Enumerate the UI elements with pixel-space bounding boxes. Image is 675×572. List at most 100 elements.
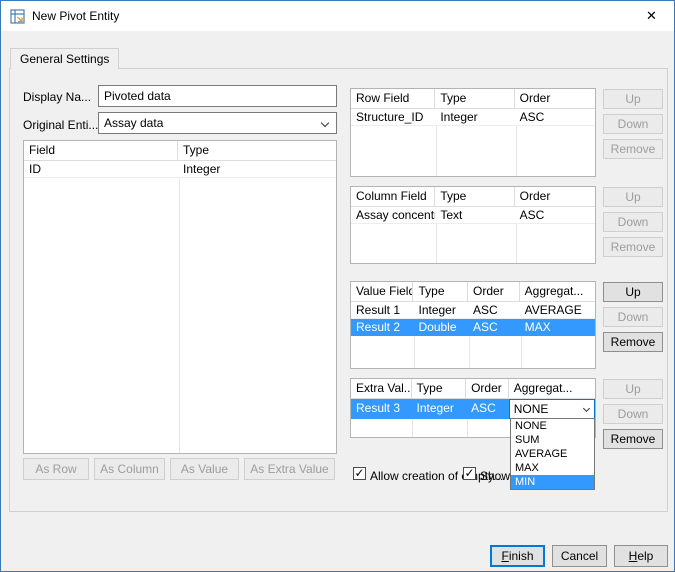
row-field-table: Row Field Type Order Structure_ID Intege… xyxy=(350,88,596,177)
cell-name: Assay concentr... xyxy=(351,207,435,223)
titlebar: New Pivot Entity ✕ xyxy=(1,1,674,31)
cell-name: Result 3 xyxy=(351,399,412,418)
cell-order: ASC xyxy=(468,302,520,318)
aggregation-dropdown-list: NONE SUM AVERAGE MAX MIN xyxy=(510,418,595,490)
cell-name: Result 1 xyxy=(351,302,413,318)
extra-value-down-button[interactable]: Down xyxy=(603,404,663,424)
table-row-selected[interactable]: Result 2 Double ASC MAX xyxy=(351,319,595,336)
help-button[interactable]: Help xyxy=(614,545,668,567)
dialog-new-pivot-entity: New Pivot Entity ✕ General Settings Disp… xyxy=(0,0,675,572)
column-header-type[interactable]: Type xyxy=(178,141,336,160)
as-extra-value-button[interactable]: As Extra Value xyxy=(244,458,335,480)
column-header-field[interactable]: Field xyxy=(24,141,178,160)
column-header-row-field[interactable]: Row Field xyxy=(351,89,435,108)
original-entity-value: Assay data xyxy=(104,116,163,130)
as-value-button[interactable]: As Value xyxy=(170,458,239,480)
original-entity-label: Original Enti... xyxy=(23,118,98,132)
column-field-remove-button[interactable]: Remove xyxy=(603,237,663,257)
show-checkbox[interactable]: ✓ xyxy=(463,467,476,480)
cell-field: ID xyxy=(24,161,178,177)
help-rest: elp xyxy=(637,549,653,563)
column-field-table: Column Field Type Order Assay concentr..… xyxy=(350,186,596,264)
column-header-column-field[interactable]: Column Field xyxy=(351,187,435,206)
row-field-remove-button[interactable]: Remove xyxy=(603,139,663,159)
column-header-aggregation[interactable]: Aggregat... xyxy=(520,282,595,301)
cell-type: Integer xyxy=(413,302,468,318)
row-field-up-button[interactable]: Up xyxy=(603,89,663,109)
table-row[interactable]: ID Integer xyxy=(24,161,336,178)
cell-type: Integer xyxy=(435,109,514,125)
value-field-remove-button[interactable]: Remove xyxy=(603,332,663,352)
available-fields-table: Field Type ID Integer xyxy=(23,140,337,454)
table-row[interactable]: Structure_ID Integer ASC xyxy=(351,109,595,126)
cell-order: ASC xyxy=(515,109,595,125)
dropdown-option-sum[interactable]: SUM xyxy=(511,433,594,447)
column-field-up-button[interactable]: Up xyxy=(603,187,663,207)
check-icon: ✓ xyxy=(354,466,364,480)
column-header-value-field[interactable]: Value Field xyxy=(351,282,413,301)
table-row-selected[interactable]: Result 3 Integer ASC NONE xyxy=(351,399,595,419)
finish-button[interactable]: Finish xyxy=(490,545,545,567)
column-header-extra-value[interactable]: Extra Val... xyxy=(351,379,412,398)
cell-aggregation: AVERAGE xyxy=(520,302,595,318)
cell-type: Text xyxy=(435,207,514,223)
display-name-input[interactable]: Pivoted data xyxy=(98,85,337,107)
check-icon: ✓ xyxy=(464,466,474,480)
column-field-down-button[interactable]: Down xyxy=(603,212,663,232)
extra-value-remove-button[interactable]: Remove xyxy=(603,429,663,449)
column-header-order[interactable]: Order xyxy=(468,282,520,301)
window-title: New Pivot Entity xyxy=(32,9,119,23)
aggregation-combobox-value: NONE xyxy=(514,402,549,416)
finish-rest: inish xyxy=(509,549,534,563)
chevron-down-icon xyxy=(321,119,329,127)
column-header-aggregation[interactable]: Aggregat... xyxy=(509,379,595,398)
display-name-value: Pivoted data xyxy=(104,89,171,103)
fields-table-header: Field Type xyxy=(24,141,336,161)
display-name-label: Display Na... xyxy=(23,90,91,104)
column-header-type[interactable]: Type xyxy=(412,379,467,398)
tab-general-settings[interactable]: General Settings xyxy=(10,48,119,69)
table-row[interactable]: Result 1 Integer ASC AVERAGE xyxy=(351,302,595,319)
column-header-type[interactable]: Type xyxy=(435,187,514,206)
dropdown-option-average[interactable]: AVERAGE xyxy=(511,447,594,461)
chevron-down-icon xyxy=(583,405,590,412)
cell-name: Structure_ID xyxy=(351,109,435,125)
table-row[interactable]: Assay concentr... Text ASC xyxy=(351,207,595,224)
column-header-order[interactable]: Order xyxy=(515,89,595,108)
row-field-down-button[interactable]: Down xyxy=(603,114,663,134)
row-field-header: Row Field Type Order xyxy=(351,89,595,109)
as-row-button[interactable]: As Row xyxy=(23,458,89,480)
extra-value-header: Extra Val... Type Order Aggregat... xyxy=(351,379,595,399)
finish-key: F xyxy=(501,549,508,563)
app-icon xyxy=(10,9,25,24)
tab-label: General Settings xyxy=(20,52,109,66)
close-icon[interactable]: ✕ xyxy=(629,1,674,31)
column-header-type[interactable]: Type xyxy=(435,89,514,108)
original-entity-select[interactable]: Assay data xyxy=(98,112,337,134)
column-divider xyxy=(179,141,180,453)
value-field-table: Value Field Type Order Aggregat... Resul… xyxy=(350,281,596,369)
value-field-down-button[interactable]: Down xyxy=(603,307,663,327)
dropdown-option-min[interactable]: MIN xyxy=(511,475,594,489)
column-header-order[interactable]: Order xyxy=(515,187,595,206)
column-field-header: Column Field Type Order xyxy=(351,187,595,207)
dropdown-option-max[interactable]: MAX xyxy=(511,461,594,475)
column-header-order[interactable]: Order xyxy=(466,379,509,398)
cell-order: ASC xyxy=(466,399,509,418)
as-column-button[interactable]: As Column xyxy=(94,458,165,480)
cell-type: Integer xyxy=(178,161,336,177)
cell-order: ASC xyxy=(468,319,520,335)
dropdown-option-none[interactable]: NONE xyxy=(511,419,594,433)
aggregation-combobox[interactable]: NONE xyxy=(509,399,595,419)
cell-type: Integer xyxy=(412,399,467,418)
value-field-header: Value Field Type Order Aggregat... xyxy=(351,282,595,302)
cancel-button[interactable]: Cancel xyxy=(552,545,607,567)
column-header-type[interactable]: Type xyxy=(413,282,468,301)
value-field-up-button[interactable]: Up xyxy=(603,282,663,302)
help-key: H xyxy=(629,549,638,563)
cell-aggregation: MAX xyxy=(520,319,595,335)
cell-order: ASC xyxy=(515,207,595,223)
cell-type: Double xyxy=(413,319,468,335)
extra-value-up-button[interactable]: Up xyxy=(603,379,663,399)
allow-empty-checkbox[interactable]: ✓ xyxy=(353,467,366,480)
